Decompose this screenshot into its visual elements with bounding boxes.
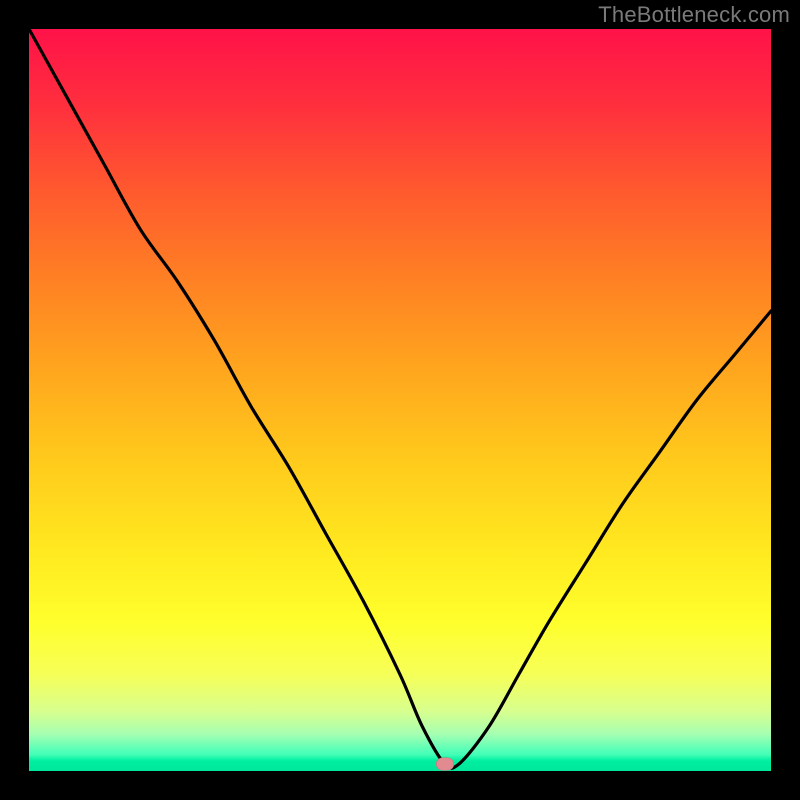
bottleneck-curve <box>29 29 771 771</box>
plot-area <box>29 29 771 771</box>
watermark-text: TheBottleneck.com <box>598 2 790 28</box>
chart-frame: TheBottleneck.com <box>0 0 800 800</box>
optimum-marker <box>436 757 454 770</box>
